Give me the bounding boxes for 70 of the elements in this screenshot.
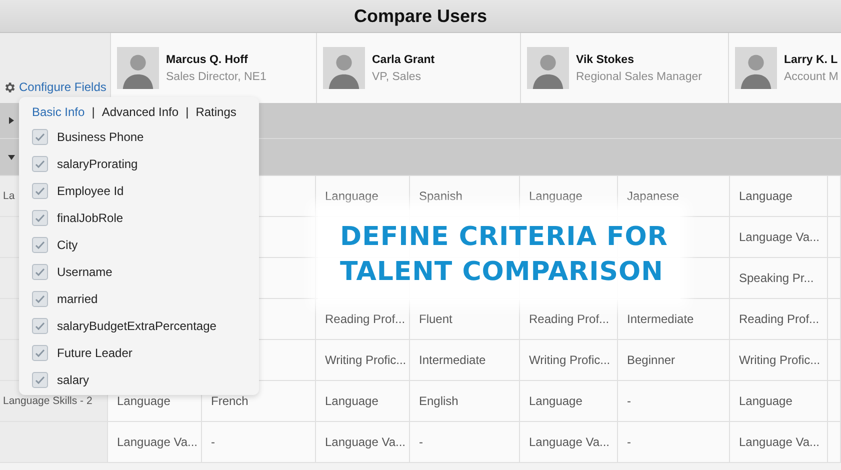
table-cell: English <box>410 381 520 422</box>
avatar-icon <box>735 47 777 89</box>
table-cell <box>828 381 841 422</box>
table-cell: Intermediate <box>618 299 730 340</box>
table-cell: - <box>202 422 316 463</box>
table-cell: Language Va... <box>730 422 828 463</box>
checkbox[interactable] <box>32 318 48 334</box>
field-label: City <box>57 238 78 252</box>
window-title: Compare Users <box>354 6 488 26</box>
table-cell: Reading Prof... <box>316 299 410 340</box>
field-tab[interactable]: Basic Info <box>32 105 85 119</box>
field-label: salaryProrating <box>57 156 138 170</box>
table-cell: Fluent <box>410 299 520 340</box>
table-cell: Language <box>730 381 828 422</box>
avatar-icon <box>527 47 569 89</box>
avatar-icon <box>117 47 159 89</box>
checkbox[interactable] <box>32 290 48 306</box>
checkbox[interactable] <box>32 236 48 252</box>
checkbox[interactable] <box>32 372 48 388</box>
checkbox[interactable] <box>32 344 48 360</box>
field-tab[interactable]: Advanced Info <box>102 105 179 119</box>
table-cell <box>828 299 841 340</box>
table-cell: Language <box>520 381 618 422</box>
checkbox[interactable] <box>32 210 48 226</box>
settings-icon[interactable] <box>3 81 16 94</box>
field-label: Future Leader <box>57 346 132 360</box>
avatar-icon <box>323 47 365 89</box>
checkbox[interactable] <box>32 128 48 144</box>
table-cell: Language Va... <box>730 217 828 258</box>
user-name: Marcus Q. Hoff <box>166 54 249 66</box>
table-cell: - <box>618 422 730 463</box>
configure-fields-link[interactable]: Configure Fields <box>19 80 106 94</box>
user-role: Sales Director, NE1 <box>166 70 266 82</box>
user-name: Carla Grant <box>372 54 435 66</box>
table-cell: Intermediate <box>410 340 520 381</box>
field-tab[interactable]: Ratings <box>196 105 236 119</box>
table-cell <box>828 217 841 258</box>
table-cell: Language Va... <box>316 422 410 463</box>
table-cell: Writing Profic... <box>520 340 618 381</box>
user-name: Larry K. L <box>784 54 838 66</box>
user-role: Regional Sales Manager <box>576 70 702 82</box>
table-cell: Language <box>316 381 410 422</box>
table-cell: Speaking Pr... <box>730 258 828 299</box>
table-cell <box>828 258 841 299</box>
table-cell: - <box>618 381 730 422</box>
table-cell: Language Va... <box>108 422 202 463</box>
user-name: Vik Stokes <box>576 54 635 66</box>
field-label: salaryBudgetExtraPercentage <box>57 318 216 332</box>
table-cell: Language Va... <box>520 422 618 463</box>
table-cell: Writing Profic... <box>316 340 410 381</box>
table-cell: Beginner <box>618 340 730 381</box>
user-role: VP, Sales <box>372 70 422 82</box>
field-label: Business Phone <box>57 130 144 144</box>
caption-text: DEFINE CRITERIA FOR TALENT COMPARISON <box>340 221 669 289</box>
checkbox[interactable] <box>32 182 48 198</box>
field-label: married <box>57 292 98 306</box>
table-cell: Reading Prof... <box>520 299 618 340</box>
table-cell <box>828 340 841 381</box>
field-label: Username <box>57 264 112 278</box>
table-cell: Language <box>730 176 828 217</box>
tab-separator: | <box>186 105 189 119</box>
table-cell: Reading Prof... <box>730 299 828 340</box>
expand-icon[interactable] <box>8 117 15 124</box>
table-cell: Writing Profic... <box>730 340 828 381</box>
tab-separator: | <box>92 105 95 119</box>
user-role: Account M <box>784 70 838 82</box>
checkbox[interactable] <box>32 264 48 280</box>
collapse-icon[interactable] <box>8 154 15 160</box>
checkbox[interactable] <box>32 156 48 172</box>
table-cell: - <box>410 422 520 463</box>
